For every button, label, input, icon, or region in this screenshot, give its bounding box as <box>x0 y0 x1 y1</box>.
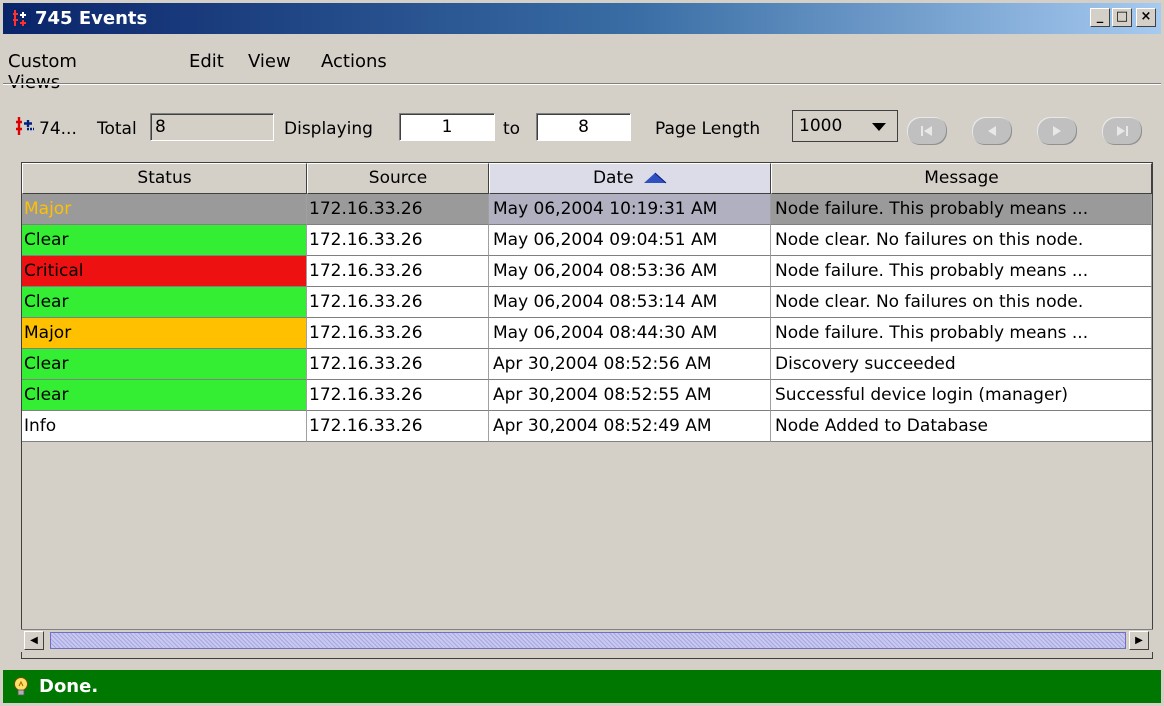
menu-actions[interactable]: Actions <box>321 51 387 72</box>
total-label: Total <box>97 119 137 139</box>
table-row[interactable]: Major 172.16.33.26 May 06,2004 08:44:30 AM… <box>22 318 1152 349</box>
table-row[interactable]: Info 172.16.33.26 Apr 30,2004 08:52:49 AM N… <box>22 411 1152 442</box>
cell-source: 172.16.33.26 <box>307 194 489 225</box>
table-row[interactable]: Clear 172.16.33.26 Apr 30,2004 08:52:55 AM… <box>22 380 1152 411</box>
cell-date: May 06,2004 08:44:30 AM <box>489 318 771 349</box>
cell-status: Major <box>22 318 307 349</box>
first-page-icon <box>921 126 932 136</box>
table-header: Status Source Date Message <box>22 163 1152 194</box>
cell-status: Clear <box>22 380 307 411</box>
table-row[interactable]: Clear 172.16.33.26 Apr 30,2004 08:52:56 AM… <box>22 349 1152 380</box>
cell-date: Apr 30,2004 08:52:55 AM <box>489 380 771 411</box>
to-field[interactable]: 8 <box>536 113 631 141</box>
maximize-button[interactable]: □ <box>1112 8 1132 27</box>
sort-ascending-icon <box>644 172 667 184</box>
page-length-value: 1000 <box>799 116 843 136</box>
cell-source: 172.16.33.26 <box>307 225 489 256</box>
page-length-label: Page Length <box>655 119 761 139</box>
status-bar: Done. <box>3 670 1161 703</box>
table-row[interactable]: Clear 172.16.33.26 May 06,2004 08:53:14 AM… <box>22 287 1152 318</box>
next-page-button[interactable] <box>1037 117 1077 145</box>
cell-date: May 06,2004 10:19:31 AM <box>489 194 771 225</box>
cell-status: Major <box>22 194 307 225</box>
cell-date: May 06,2004 09:04:51 AM <box>489 225 771 256</box>
total-field: 8 <box>150 113 274 141</box>
menu-custom-views[interactable]: Custom Views <box>8 51 77 93</box>
cell-status: Clear <box>22 349 307 380</box>
chevron-down-icon <box>872 123 886 131</box>
cell-source: 172.16.33.26 <box>307 411 489 442</box>
close-button[interactable]: × <box>1136 8 1156 27</box>
menu-edit[interactable]: Edit <box>189 51 224 72</box>
cell-status: Clear <box>22 225 307 256</box>
cell-source: 172.16.33.26 <box>307 349 489 380</box>
cell-message: Discovery succeeded <box>771 349 1152 380</box>
menu-view[interactable]: View <box>248 51 291 72</box>
events-window: 745 Events _ □ × Custom Views Edit View … <box>3 3 1161 703</box>
scroll-right-button[interactable]: ▶ <box>1129 631 1149 650</box>
cell-status: Critical <box>22 256 307 287</box>
column-header-date[interactable]: Date <box>489 163 771 194</box>
first-page-button[interactable] <box>907 117 947 145</box>
cell-source: 172.16.33.26 <box>307 287 489 318</box>
cell-source: 172.16.33.26 <box>307 318 489 349</box>
menu-separator <box>3 83 1161 85</box>
column-header-source[interactable]: Source <box>307 163 489 194</box>
cell-message: Node Added to Database <box>771 411 1152 442</box>
last-page-button[interactable] <box>1102 117 1142 145</box>
horizontal-scrollbar[interactable]: ◀ ▶ <box>21 629 1153 652</box>
lightbulb-icon <box>14 677 28 696</box>
cell-message: Node failure. This probably means ... <box>771 318 1152 349</box>
events-app-icon <box>11 8 31 28</box>
column-header-message[interactable]: Message <box>771 163 1152 194</box>
to-label: to <box>503 119 521 139</box>
page-length-select[interactable]: 1000 <box>792 110 898 142</box>
previous-page-button[interactable] <box>972 117 1012 145</box>
minimize-button[interactable]: _ <box>1090 8 1110 27</box>
cell-message: Node clear. No failures on this node. <box>771 287 1152 318</box>
cell-source: 172.16.33.26 <box>307 256 489 287</box>
previous-page-icon <box>988 126 996 136</box>
events-table: Status Source Date Message Major 172.16.3… <box>21 162 1153 659</box>
displaying-label: Displaying <box>284 119 373 139</box>
status-message: Done. <box>39 676 99 697</box>
cell-source: 172.16.33.26 <box>307 380 489 411</box>
cell-message: Node clear. No failures on this node. <box>771 225 1152 256</box>
next-page-icon <box>1053 126 1061 136</box>
column-header-date-label: Date <box>592 168 634 188</box>
custom-view-label[interactable]: 74... <box>39 119 77 139</box>
cell-date: Apr 30,2004 08:52:56 AM <box>489 349 771 380</box>
scrollbar-thumb[interactable] <box>50 632 1126 649</box>
last-page-icon <box>1117 126 1128 136</box>
window-title: 745 Events <box>35 8 148 29</box>
cell-message: Successful device login (manager) <box>771 380 1152 411</box>
cell-date: May 06,2004 08:53:36 AM <box>489 256 771 287</box>
cell-date: May 06,2004 08:53:14 AM <box>489 287 771 318</box>
table-row[interactable]: Major 172.16.33.26 May 06,2004 10:19:31 AM… <box>22 194 1152 225</box>
scroll-left-button[interactable]: ◀ <box>24 631 44 650</box>
title-bar[interactable]: 745 Events _ □ × <box>3 3 1161 34</box>
table-row[interactable]: Clear 172.16.33.26 May 06,2004 09:04:51 AM… <box>22 225 1152 256</box>
cell-status: Clear <box>22 287 307 318</box>
column-header-status[interactable]: Status <box>22 163 307 194</box>
cell-status: Info <box>22 411 307 442</box>
table-row[interactable]: Critical 172.16.33.26 May 06,2004 08:53:36… <box>22 256 1152 287</box>
cell-message: Node failure. This probably means ... <box>771 194 1152 225</box>
cell-date: Apr 30,2004 08:52:49 AM <box>489 411 771 442</box>
from-field[interactable]: 1 <box>399 113 495 141</box>
cell-message: Node failure. This probably means ... <box>771 256 1152 287</box>
custom-view-icon[interactable] <box>14 115 36 137</box>
